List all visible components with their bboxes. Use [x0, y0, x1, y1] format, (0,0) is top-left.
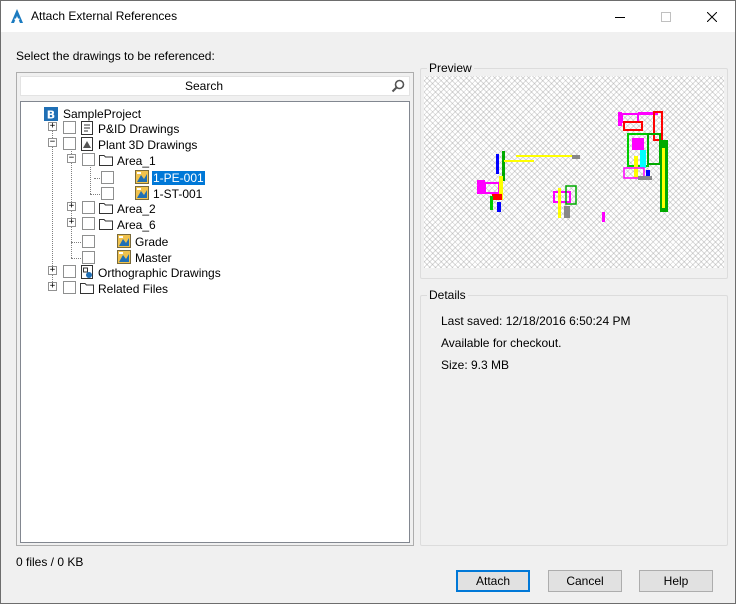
attach-xref-dialog: Attach External References Select the dr… — [0, 0, 736, 604]
tree-node-label: Orthographic Drawings — [98, 266, 221, 280]
expand-icon[interactable]: + — [48, 266, 57, 275]
1-pe-001-checkbox[interactable] — [101, 171, 114, 184]
collapse-icon[interactable]: − — [48, 138, 57, 147]
area-2-checkbox[interactable] — [82, 201, 95, 214]
tree-node-label: SampleProject — [63, 107, 142, 121]
tree-node-label: Area_2 — [117, 202, 156, 216]
close-icon — [707, 11, 717, 22]
search-input[interactable] — [21, 77, 387, 95]
minimize-icon — [615, 16, 625, 18]
area-1-checkbox[interactable] — [82, 153, 95, 166]
maximize-button[interactable] — [643, 1, 689, 32]
master-checkbox[interactable] — [82, 251, 95, 264]
maximize-icon — [661, 11, 671, 22]
title-bar[interactable]: Attach External References — [1, 1, 735, 32]
window-title: Attach External References — [31, 9, 178, 23]
help-button[interactable]: Help — [639, 570, 713, 592]
tree-node-label: Area_6 — [117, 218, 156, 232]
file-size-text: Size: 9.3 MB — [441, 358, 510, 372]
attach-button[interactable]: Attach — [456, 570, 530, 592]
drawing-tree[interactable]: B SampleProject + P&ID Drawings − Plant … — [20, 101, 410, 543]
details-group-title: Details — [427, 288, 468, 302]
close-button[interactable] — [689, 1, 735, 32]
tree-node-label: Area_1 — [117, 154, 156, 168]
search-bar — [20, 76, 410, 96]
expand-icon[interactable]: + — [67, 218, 76, 227]
details-group: Details Last saved: 12/18/2016 6:50:24 P… — [420, 288, 728, 546]
tree-node-label: Grade — [135, 235, 169, 249]
grade-checkbox[interactable] — [82, 235, 95, 248]
pid-drawings-checkbox[interactable] — [63, 121, 76, 134]
expand-icon[interactable]: + — [67, 202, 76, 211]
tree-line — [90, 164, 91, 194]
plant3d-drawings-icon — [81, 137, 93, 151]
folder-icon — [80, 283, 94, 294]
tree-node-label: P&ID Drawings — [98, 122, 180, 136]
tree-node-label: Master — [135, 251, 172, 265]
plant-layout-thumbnail — [477, 111, 668, 222]
cancel-button[interactable]: Cancel — [548, 570, 622, 592]
tree-node-label: Plant 3D Drawings — [98, 138, 198, 152]
pid-drawings-icon — [81, 121, 93, 135]
folder-icon — [99, 203, 113, 214]
folder-icon — [99, 155, 113, 166]
1-st-001-checkbox[interactable] — [101, 187, 114, 200]
drawing-preview-image — [424, 76, 724, 268]
drawing-file-icon — [135, 170, 149, 184]
drawing-file-icon — [117, 234, 131, 248]
minimize-button[interactable] — [597, 1, 643, 32]
plant3d-drawings-checkbox[interactable] — [63, 137, 76, 150]
autocad-logo-icon — [11, 9, 23, 23]
expand-icon[interactable]: + — [48, 122, 57, 131]
drawing-file-icon — [117, 250, 131, 264]
preview-group-title: Preview — [427, 61, 474, 75]
availability-text: Available for checkout. — [441, 336, 562, 350]
svg-text:B: B — [47, 109, 55, 122]
last-saved-text: Last saved: 12/18/2016 6:50:24 PM — [441, 314, 631, 328]
drawing-tree-panel: B SampleProject + P&ID Drawings − — [16, 72, 414, 546]
drawing-file-icon — [135, 186, 149, 200]
orthographic-drawings-icon — [81, 265, 93, 279]
related-files-checkbox[interactable] — [63, 281, 76, 294]
collapse-icon[interactable]: − — [67, 154, 76, 163]
tree-node-label: 1-ST-001 — [153, 187, 203, 201]
area-6-checkbox[interactable] — [82, 217, 95, 230]
tree-node-label: 1-PE-001 — [152, 171, 205, 185]
project-icon: B — [44, 107, 58, 122]
tree-node-label: Related Files — [98, 282, 169, 296]
expand-icon[interactable]: + — [48, 282, 57, 291]
selection-size-status: 0 files / 0 KB — [16, 555, 84, 569]
preview-group: Preview — [420, 61, 728, 279]
select-drawings-label: Select the drawings to be referenced: — [16, 49, 215, 63]
folder-icon — [99, 219, 113, 230]
orthographic-drawings-checkbox[interactable] — [63, 265, 76, 278]
search-icon[interactable] — [391, 79, 405, 93]
